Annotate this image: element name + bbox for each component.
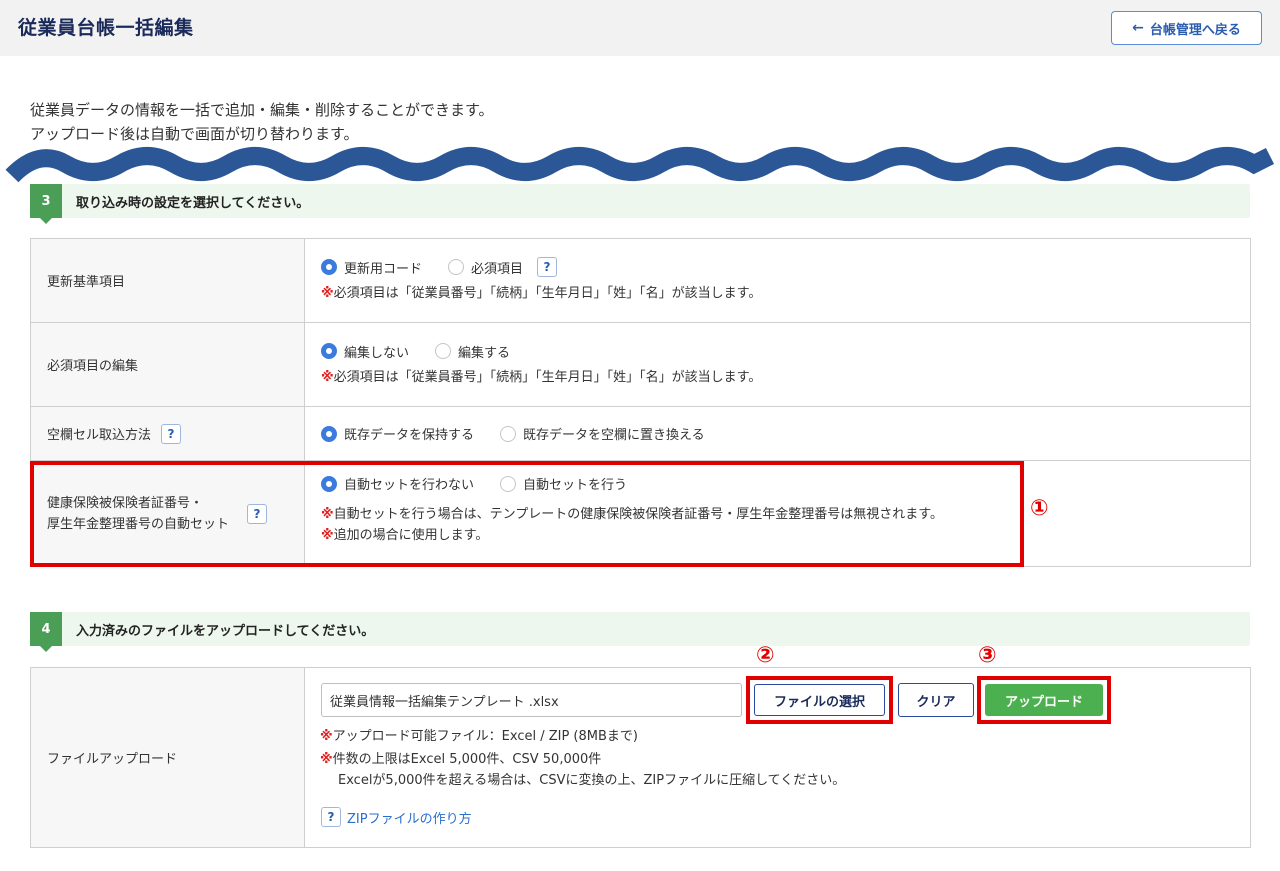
note-mark: ※: [321, 527, 334, 543]
import-settings-table: 更新基準項目 更新用コード 必須項目 ? ※必須項目は「従業員番号」「続柄」「生…: [30, 238, 1251, 567]
section-3-number: 3: [30, 184, 62, 224]
back-to-ledger-button[interactable]: ← 台帳管理へ戻る: [1111, 11, 1262, 45]
settings-row-auto-set: 健康保険被保険者証番号・ 厚生年金整理番号の自動セット ? 自動セットを行わない…: [30, 460, 1251, 567]
update-basis-label: 更新基準項目: [30, 238, 305, 323]
upload-button[interactable]: アップロード: [985, 684, 1103, 716]
radio-label: 必須項目: [471, 261, 524, 277]
file-name-field[interactable]: 従業員情報一括編集テンプレート .xlsx: [321, 683, 742, 717]
radio-no-edit[interactable]: 編集しない: [321, 342, 409, 361]
zip-howto-label: ZIPファイルの作り方: [347, 811, 472, 827]
choose-file-button[interactable]: ファイルの選択: [754, 684, 885, 716]
required-edit-note: ※必須項目は「従業員番号」「続柄」「生年月日」「姓」「名」が該当します。: [321, 367, 1250, 388]
help-icon[interactable]: ?: [247, 503, 268, 524]
section-3-header: 3 取り込み時の設定を選択してください。: [30, 184, 1250, 224]
page-header: 従業員台帳一括編集 ← 台帳管理へ戻る: [0, 0, 1280, 56]
auto-set-label-line1: 健康保険被保険者証番号・: [47, 495, 204, 511]
radio-label: 編集しない: [344, 345, 410, 361]
radio-checked-icon: [321, 343, 337, 359]
note-text: 追加の場合に使用します。: [333, 527, 489, 543]
radio-label: 既存データを空欄に置き換える: [523, 428, 705, 443]
note-text: 件数の上限はExcel 5,000件、CSV 50,000件: [332, 752, 602, 767]
settings-row-update-basis: 更新基準項目 更新用コード 必須項目 ? ※必須項目は「従業員番号」「続柄」「生…: [30, 238, 1251, 323]
section-4-header: 4 入力済みのファイルをアップロードしてください。: [30, 612, 1250, 652]
intro-text: 従業員データの情報を一括で追加・編集・削除することができます。 アップロード後は…: [30, 98, 494, 146]
note-mark: ※: [321, 506, 334, 522]
required-edit-label: 必須項目の編集: [30, 322, 305, 407]
upload-note-1: ※アップロード可能ファイル：Excel / ZIP (8MBまで): [320, 726, 845, 747]
auto-set-label-line2: 厚生年金整理番号の自動セット: [47, 516, 230, 532]
help-icon[interactable]: ?: [537, 257, 558, 277]
note-text: アップロード可能ファイル：Excel / ZIP (8MBまで): [332, 729, 638, 744]
file-upload-label: ファイルアップロード: [30, 667, 305, 848]
settings-row-required-edit: 必須項目の編集 編集しない 編集する ※必須項目は「従業員番号」「続柄」「生年月…: [30, 322, 1251, 407]
arrow-left-icon: ←: [1132, 20, 1144, 36]
radio-unchecked-icon: [500, 475, 517, 492]
radio-checked-icon: [321, 425, 337, 442]
clear-button[interactable]: クリア: [898, 683, 974, 717]
radio-checked-icon: [321, 475, 337, 492]
radio-checked-icon: [321, 259, 337, 275]
radio-replace-blank[interactable]: 既存データを空欄に置き換える: [500, 424, 705, 443]
note-mark: ※: [321, 286, 334, 301]
marker-1: ①: [1030, 496, 1049, 521]
radio-keep-existing[interactable]: 既存データを保持する: [321, 424, 474, 443]
radio-label: 更新用コード: [344, 261, 423, 277]
section-4-number: 4: [30, 612, 62, 652]
radio-label: 既存データを保持する: [344, 428, 475, 443]
radio-update-code[interactable]: 更新用コード: [321, 258, 422, 277]
back-button-label: 台帳管理へ戻る: [1149, 22, 1241, 38]
radio-label: 編集する: [458, 345, 511, 361]
radio-label: 自動セットを行う: [523, 478, 628, 493]
radio-unchecked-icon: [500, 425, 517, 442]
note-text: 必須項目は「従業員番号」「続柄」「生年月日」「姓」「名」が該当します。: [333, 370, 762, 385]
auto-set-note-2: ※追加の場合に使用します。: [321, 525, 1250, 546]
wave-divider: [5, 147, 1275, 183]
page-title: 従業員台帳一括編集: [18, 17, 194, 39]
note-mark: ※: [320, 752, 333, 767]
radio-no-auto-set[interactable]: 自動セットを行わない: [321, 474, 474, 493]
upload-notes: ※アップロード可能ファイル：Excel / ZIP (8MBまで) ※件数の上限…: [320, 726, 845, 791]
radio-unchecked-icon: [435, 343, 452, 359]
note-mark: ※: [320, 729, 333, 744]
marker-2: ②: [756, 643, 775, 668]
radio-label: 自動セットを行わない: [344, 478, 475, 493]
note-mark: ※: [321, 370, 334, 385]
upload-note-2: ※件数の上限はExcel 5,000件、CSV 50,000件: [320, 749, 845, 770]
intro-line-1: 従業員データの情報を一括で追加・編集・削除することができます。: [30, 101, 494, 119]
update-basis-note: ※必須項目は「従業員番号」「続柄」「生年月日」「姓」「名」が該当します。: [321, 283, 1250, 304]
help-icon[interactable]: ?: [161, 423, 182, 444]
marker-3: ③: [978, 643, 997, 668]
radio-required-items[interactable]: 必須項目: [448, 258, 523, 277]
note-text: 自動セットを行う場合は、テンプレートの健康保険被保険者証番号・厚生年金整理番号は…: [333, 506, 943, 522]
section-4-title: 入力済みのファイルをアップロードしてください。: [76, 624, 375, 639]
radio-edit[interactable]: 編集する: [435, 342, 510, 361]
radio-unchecked-icon: [448, 259, 465, 275]
note-text: 必須項目は「従業員番号」「続柄」「生年月日」「姓」「名」が該当します。: [333, 286, 762, 301]
upload-note-3: Excelが5,000件を超える場合は、CSVに変換の上、ZIPファイルに圧縮し…: [338, 773, 846, 788]
blank-cell-label: 空欄セル取込方法: [47, 428, 152, 443]
settings-row-blank-cell: 空欄セル取込方法 ? 既存データを保持する 既存データを空欄に置き換える: [30, 406, 1251, 461]
auto-set-note-1: ※自動セットを行う場合は、テンプレートの健康保険被保険者証番号・厚生年金整理番号…: [321, 504, 1250, 525]
help-icon: ?: [321, 807, 341, 827]
radio-auto-set[interactable]: 自動セットを行う: [500, 474, 627, 493]
section-3-title: 取り込み時の設定を選択してください。: [76, 196, 310, 211]
zip-howto-link[interactable]: ? ZIPファイルの作り方: [321, 807, 472, 827]
